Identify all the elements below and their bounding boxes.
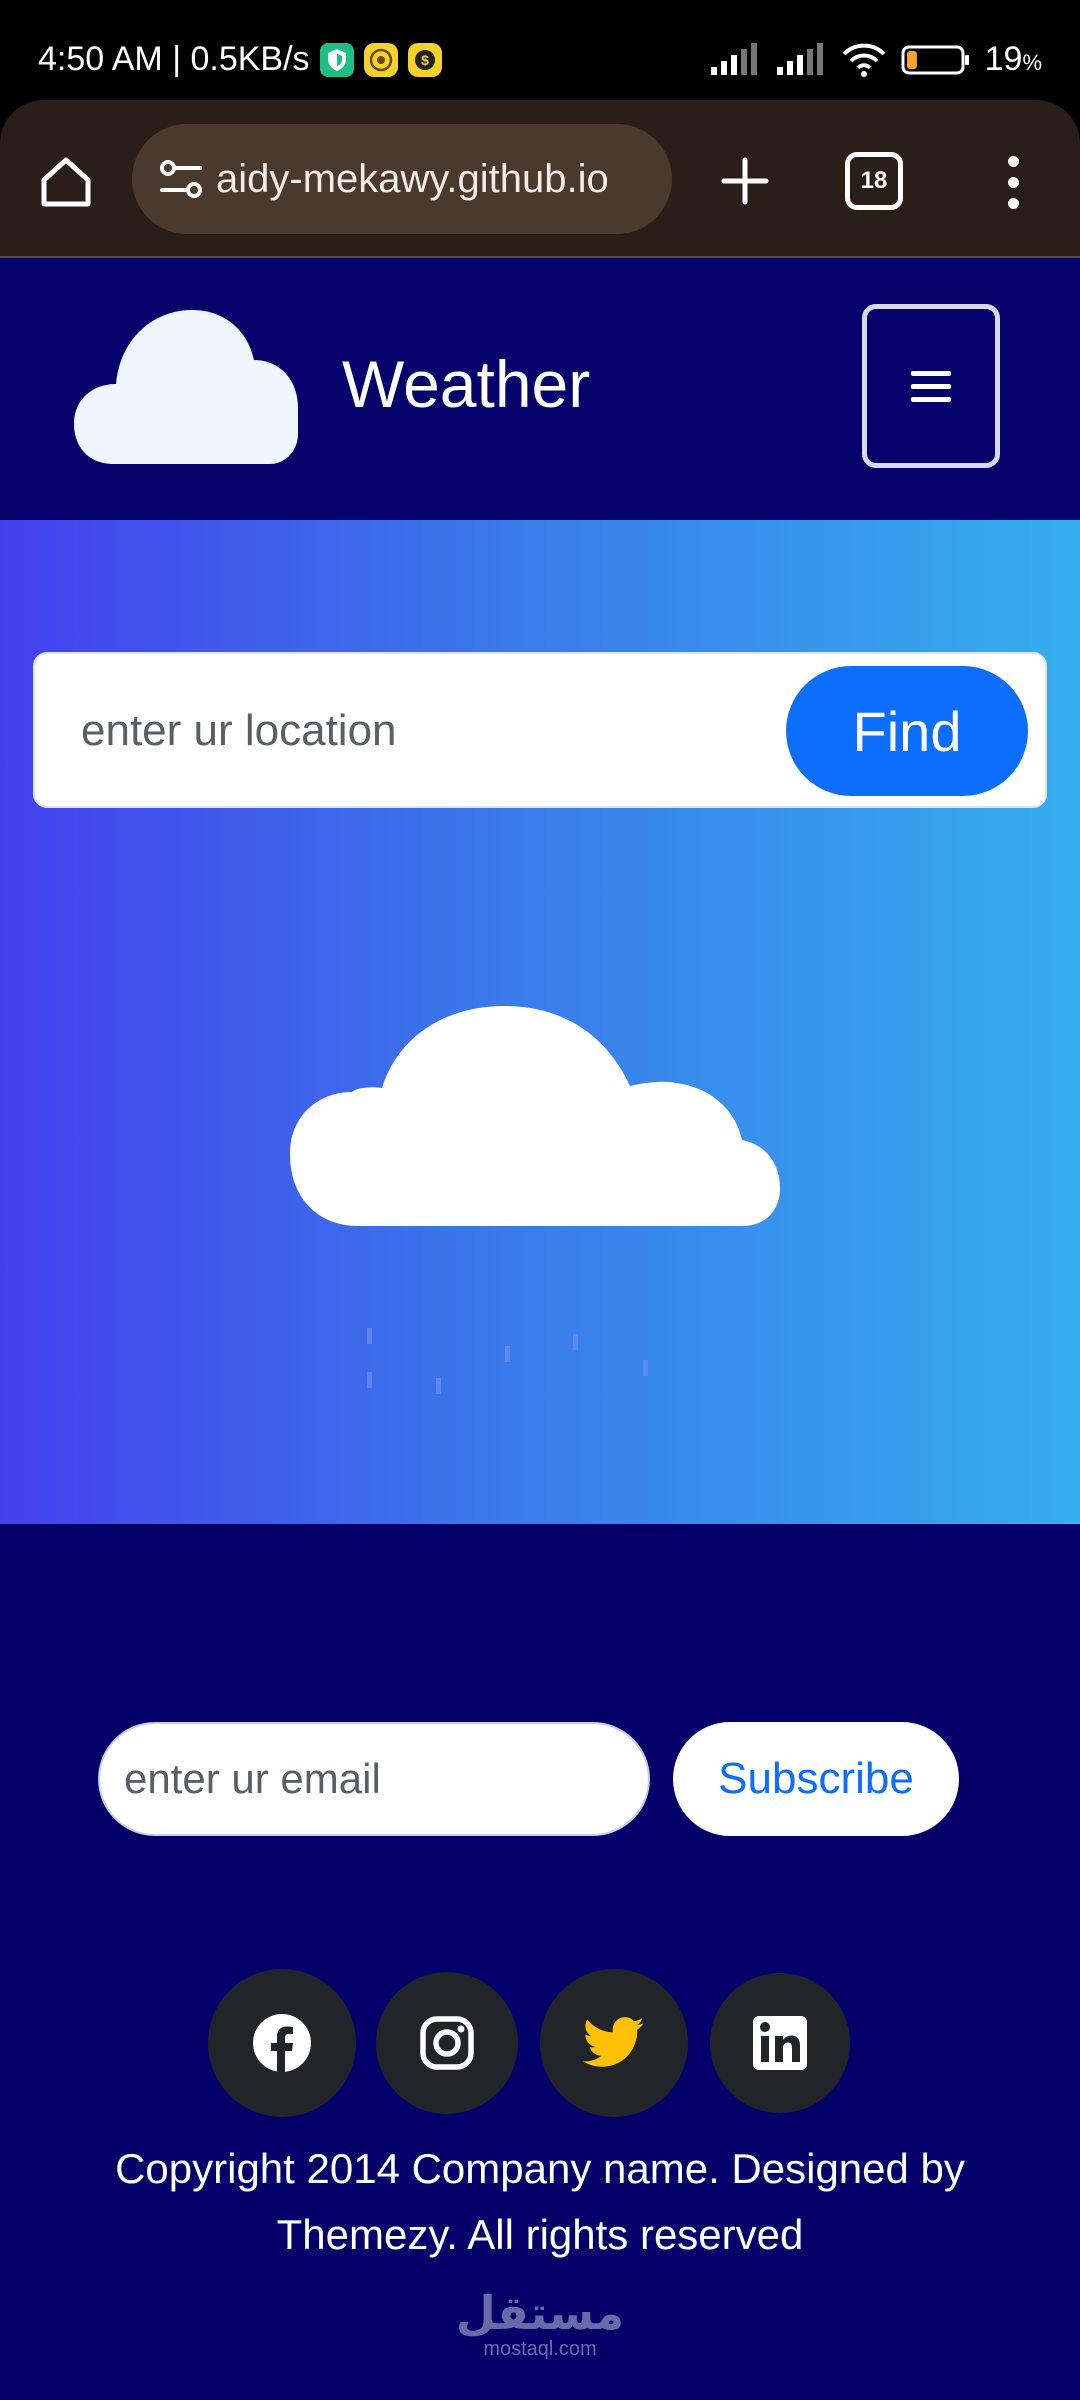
hamburger-line bbox=[911, 396, 951, 402]
instagram-icon bbox=[420, 2016, 474, 2070]
watermark-arabic: مستقل bbox=[455, 2286, 625, 2340]
svg-text:$: $ bbox=[421, 52, 429, 68]
cloud-logo-icon[interactable] bbox=[74, 308, 298, 468]
battery-icon bbox=[901, 45, 969, 74]
tab-count: 18 bbox=[860, 167, 888, 194]
email-input[interactable] bbox=[98, 1722, 650, 1836]
browser-toolbar: aidy-mekawy.github.io 18 bbox=[0, 100, 1080, 258]
vpn-shield-icon bbox=[319, 42, 354, 77]
signal-icon bbox=[776, 42, 823, 75]
more-vert-icon[interactable] bbox=[988, 144, 1038, 220]
twitter-link[interactable] bbox=[540, 1969, 688, 2117]
site-footer: Subscribe Copyright 2014 Company name. D… bbox=[0, 1524, 1080, 2400]
hamburger-line bbox=[911, 370, 951, 376]
copyright-text: Copyright 2014 Company name. Designed by… bbox=[115, 2145, 965, 2258]
dollar-app-icon: $ bbox=[407, 42, 442, 77]
linkedin-link[interactable] bbox=[710, 1973, 850, 2113]
url-text: aidy-mekawy.github.io bbox=[216, 156, 609, 201]
new-tab-plus-icon bbox=[721, 157, 769, 205]
watermark-latin: mostaql.com bbox=[483, 2338, 597, 2360]
tab-switcher-icon[interactable]: 18 bbox=[845, 152, 903, 210]
facebook-link[interactable] bbox=[208, 1969, 356, 2117]
facebook-icon bbox=[253, 2014, 311, 2072]
site-settings-icon[interactable] bbox=[154, 152, 210, 208]
hamburger-line bbox=[911, 383, 951, 389]
subscribe-button[interactable]: Subscribe bbox=[673, 1722, 959, 1836]
coin-app-icon bbox=[363, 42, 398, 77]
linkedin-icon bbox=[753, 2016, 807, 2070]
battery-percent: 19% bbox=[984, 40, 1042, 78]
status-left: 4:50 AM | 0.5KB/s $ bbox=[38, 40, 442, 79]
home-button[interactable] bbox=[28, 144, 104, 220]
weather-hero: Find bbox=[0, 520, 1080, 1524]
menu-dot bbox=[1007, 197, 1019, 209]
site-title: Weather bbox=[342, 347, 591, 421]
rain-drops-icon bbox=[367, 1328, 648, 1394]
home-icon bbox=[41, 157, 91, 207]
signal-icon bbox=[710, 42, 757, 75]
wifi-icon bbox=[842, 43, 886, 77]
instagram-link[interactable] bbox=[376, 1972, 518, 2114]
address-bar[interactable]: aidy-mekawy.github.io bbox=[132, 124, 672, 234]
menu-dot bbox=[1007, 155, 1019, 167]
status-time-speed: 4:50 AM | 0.5KB/s bbox=[38, 40, 310, 78]
menu-dot bbox=[1007, 176, 1019, 188]
twitter-icon bbox=[583, 2017, 644, 2067]
site-header: Weather bbox=[0, 258, 1080, 520]
battery-unit: % bbox=[1022, 50, 1042, 75]
mostaql-watermark: مستقل mostaql.com bbox=[0, 2288, 1080, 2360]
hamburger-menu-icon[interactable] bbox=[862, 304, 1000, 468]
status-bar: 4:50 AM | 0.5KB/s $ 19% bbox=[0, 0, 1080, 100]
status-right: 19% bbox=[709, 40, 1042, 79]
new-tab-button[interactable] bbox=[700, 136, 790, 226]
